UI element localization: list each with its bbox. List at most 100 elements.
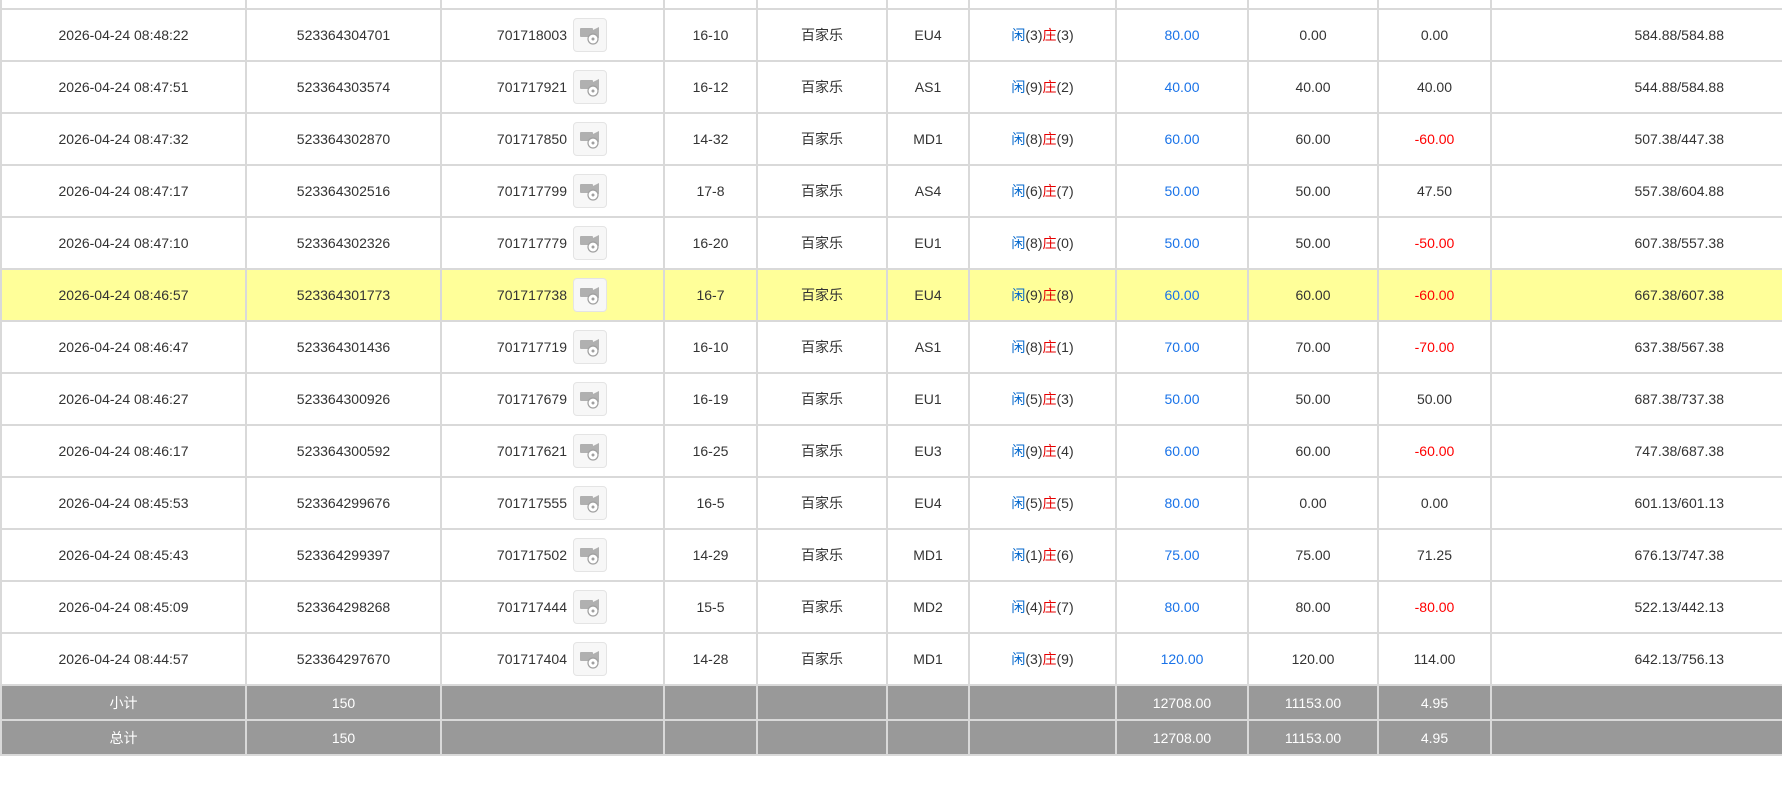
banker-points: (3) [1056,391,1074,407]
win-loss: 71.25 [1377,528,1492,582]
bet-id: 523364299397 [245,528,442,582]
banker-points: (7) [1056,183,1074,199]
game-result: 闲(5)庄(5) [968,476,1117,530]
table-row: 2026-04-24 08:47:10 523364302326 701717779… [0,216,1782,270]
player-points: (8) [1025,131,1043,147]
bet-time: 2026-04-24 08:45:43 [0,528,247,582]
valid-bet: 50.00 [1247,164,1379,218]
player-points: (5) [1025,495,1043,511]
game-result: 闲(9)庄(8) [968,268,1117,322]
banker-label: 庄 [1042,287,1057,303]
shoe-round: 16-10 [663,320,758,374]
player-points: (5) [1025,391,1043,407]
balance: 557.38/604.88 [1490,164,1782,218]
video-replay-icon[interactable] [573,278,607,312]
bet-id: 523364300926 [245,372,442,426]
banker-label: 庄 [1042,339,1057,355]
video-replay-icon[interactable] [573,434,607,468]
bet-id: 523364299676 [245,476,442,530]
shoe-round: 15-5 [663,580,758,634]
game-result: 闲(9)庄(4) [968,424,1117,478]
video-replay-icon[interactable] [573,642,607,676]
video-replay-icon[interactable] [573,174,607,208]
balance: 642.13/756.13 [1490,632,1782,686]
shoe-round: 16-12 [663,60,758,114]
video-replay-icon[interactable] [573,486,607,520]
player-points: (6) [1025,183,1043,199]
game-id-cell: 701717444 [440,580,665,634]
valid-bet: 0.00 [1247,8,1379,62]
table-code: MD1 [886,632,970,686]
video-replay-icon[interactable] [573,18,607,52]
bet-amount: 50.00 [1115,372,1249,426]
game-id-cell: 701717502 [440,528,665,582]
bet-id: 523364300592 [245,424,442,478]
table-code: EU4 [886,8,970,62]
game-result: 闲(5)庄(3) [968,372,1117,426]
bet-id: 523364298268 [245,580,442,634]
player-points: (3) [1025,27,1043,43]
bet-id: 523364297670 [245,632,442,686]
video-replay-icon[interactable] [573,382,607,416]
table-row: 2026-04-24 08:47:51 523364303574 701717921… [0,60,1782,114]
table-code: AS1 [886,60,970,114]
banker-points: (4) [1056,443,1074,459]
banker-label: 庄 [1042,547,1057,563]
game-id: 701717679 [496,391,567,407]
win-loss: 50.00 [1377,372,1492,426]
table-code: MD1 [886,112,970,166]
game-name: 百家乐 [756,268,888,322]
banker-label: 庄 [1042,443,1057,459]
game-id: 701717621 [496,443,567,459]
shoe-round: 16-10 [663,8,758,62]
player-label: 闲 [1011,27,1026,43]
bet-history-table: 2026-04-24 08:48:22 523364304701 701718003… [0,0,1782,756]
subtotal-valid: 11153.00 [1247,684,1379,721]
table-row: 2026-04-24 08:46:17 523364300592 701717621… [0,424,1782,478]
table-row: 2026-04-24 08:44:57 523364297670 701717404… [0,632,1782,686]
video-replay-icon[interactable] [573,330,607,364]
subtotal-row: 小计 150 12708.00 11153.00 4.95 [0,684,1782,721]
banker-points: (9) [1056,131,1074,147]
table-row: 2026-04-24 08:45:53 523364299676 701717555… [0,476,1782,530]
bet-time: 2026-04-24 08:46:17 [0,424,247,478]
win-loss: 0.00 [1377,476,1492,530]
video-replay-icon[interactable] [573,226,607,260]
bet-time: 2026-04-24 08:46:27 [0,372,247,426]
bet-amount: 120.00 [1115,632,1249,686]
bet-time: 2026-04-24 08:44:57 [0,632,247,686]
win-loss: -50.00 [1377,216,1492,270]
game-result: 闲(4)庄(7) [968,580,1117,634]
table-code: EU1 [886,216,970,270]
bet-id: 523364301436 [245,320,442,374]
game-id: 701717719 [496,339,567,355]
balance: 522.13/442.13 [1490,580,1782,634]
win-loss: 40.00 [1377,60,1492,114]
player-points: (9) [1025,443,1043,459]
video-replay-icon[interactable] [573,70,607,104]
banker-label: 庄 [1042,599,1057,615]
game-name: 百家乐 [756,216,888,270]
game-result: 闲(3)庄(9) [968,632,1117,686]
shoe-round: 16-19 [663,372,758,426]
table-row: 2026-04-24 08:45:09 523364298268 701717444… [0,580,1782,634]
player-label: 闲 [1011,235,1026,251]
table-row: 2026-04-24 08:46:27 523364300926 701717679… [0,372,1782,426]
game-name: 百家乐 [756,580,888,634]
table-code: MD1 [886,528,970,582]
bet-id: 523364303574 [245,60,442,114]
total-win: 4.95 [1377,719,1492,756]
player-label: 闲 [1011,287,1026,303]
video-replay-icon[interactable] [573,590,607,624]
table-row: 2026-04-24 08:48:22 523364304701 701718003… [0,8,1782,62]
video-replay-icon[interactable] [573,538,607,572]
valid-bet: 120.00 [1247,632,1379,686]
bet-amount: 75.00 [1115,528,1249,582]
win-loss: -80.00 [1377,580,1492,634]
game-id: 701717738 [496,287,567,303]
game-id: 701717444 [496,599,567,615]
table-code: EU1 [886,372,970,426]
video-replay-icon[interactable] [573,122,607,156]
game-id-cell: 701717738 [440,268,665,322]
banker-label: 庄 [1042,391,1057,407]
